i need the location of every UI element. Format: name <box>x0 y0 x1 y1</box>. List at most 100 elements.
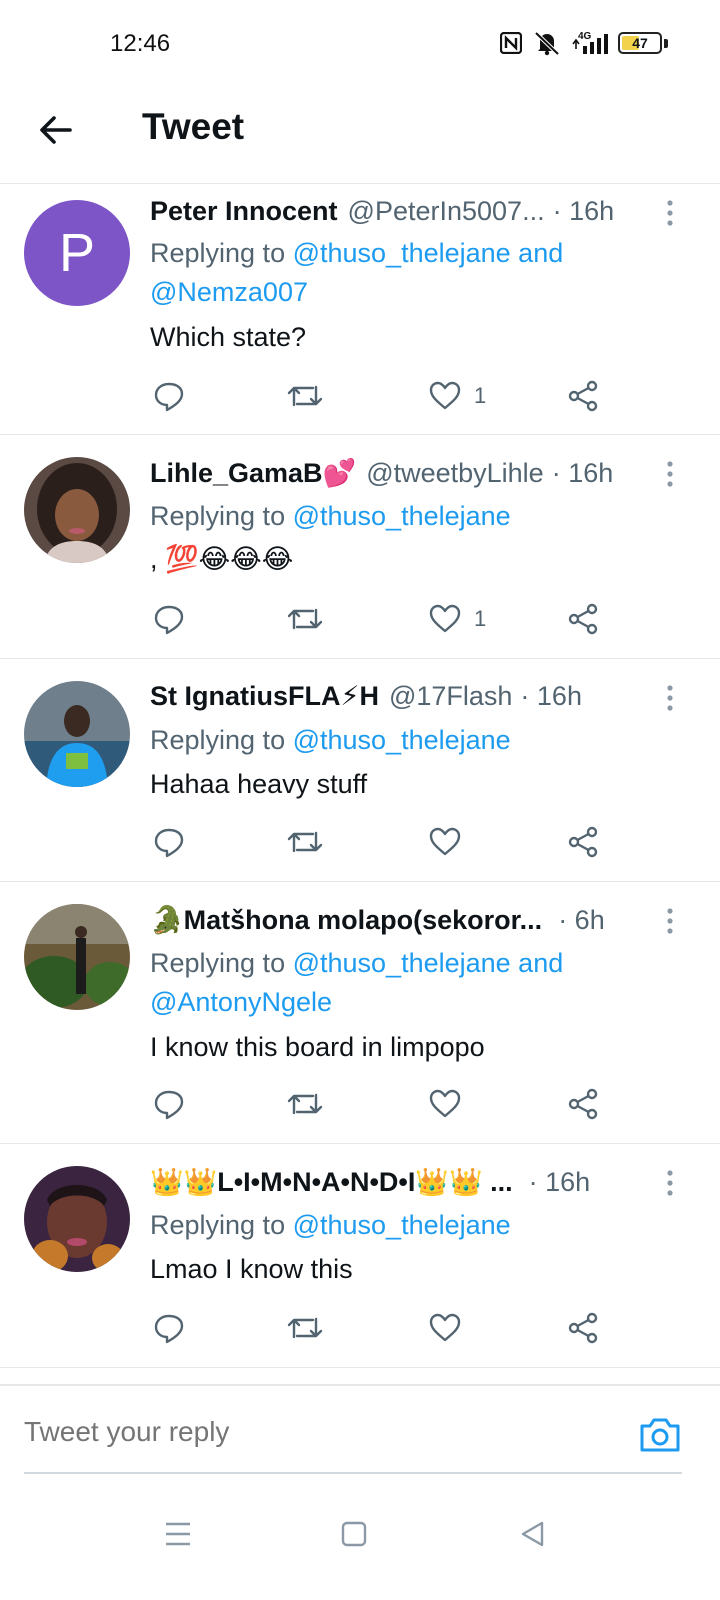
tweet-actions <box>150 822 630 862</box>
more-options-icon[interactable] <box>664 1168 676 1198</box>
like-count: 1 <box>474 606 487 631</box>
tweet-actions <box>150 1084 630 1124</box>
mention-link[interactable]: @AntonyNgele <box>150 987 332 1017</box>
nfc-icon <box>500 32 522 54</box>
more-options-icon[interactable] <box>664 683 676 713</box>
tweet-text: I know this board in limpopo <box>150 1032 485 1062</box>
replying-to: Replying to @thuso_thelejane and @Antony… <box>150 944 660 1022</box>
more-options-icon[interactable] <box>664 198 676 228</box>
avatar[interactable] <box>24 904 130 1010</box>
tweet[interactable]: Lihle_GamaB💕 @tweetbyLihle · 16h Replyin… <box>0 435 720 659</box>
share-button[interactable] <box>566 1084 600 1124</box>
author-name[interactable]: 👑👑L•I•M•N•A•N•D•I👑👑 ... <box>150 1166 513 1198</box>
avatar-photo <box>24 904 130 1010</box>
home-button[interactable] <box>332 1512 376 1556</box>
tweet-header: Lihle_GamaB💕 @tweetbyLihle · 16h <box>150 457 650 489</box>
heart-icon <box>429 1313 461 1342</box>
replying-to: Replying to @thuso_thelejane and @Nemza0… <box>150 234 660 312</box>
author-name[interactable]: St IgnatiusFLA⚡H <box>150 681 379 712</box>
reply-button[interactable] <box>152 822 186 862</box>
retweet-icon <box>287 1317 323 1339</box>
author-handle[interactable]: @17Flash <box>389 681 512 712</box>
avatar[interactable]: P <box>24 200 130 306</box>
retweet-button[interactable] <box>286 822 324 862</box>
share-button[interactable] <box>566 1308 600 1348</box>
recents-button[interactable] <box>156 1512 200 1556</box>
arrow-left-icon <box>40 116 72 144</box>
tweet[interactable]: 👑👑L•I•M•N•A•N•D•I👑👑 ... · 16h Replying t… <box>0 1144 720 1368</box>
mention-link[interactable]: @thuso_thelejane <box>293 948 511 978</box>
share-icon <box>568 1312 598 1344</box>
mention-link[interactable]: @thuso_thelejane <box>293 238 511 268</box>
mention-link[interactable]: @Nemza007 <box>150 277 308 307</box>
share-icon <box>568 380 598 412</box>
author-handle[interactable]: @PeterIn5007... <box>348 196 545 227</box>
camera-icon <box>640 1418 680 1452</box>
like-button[interactable] <box>428 1084 474 1124</box>
reply-button[interactable] <box>152 376 186 416</box>
mention-link[interactable]: @thuso_thelejane <box>293 725 511 755</box>
avatar[interactable] <box>24 457 130 563</box>
battery-tip <box>664 38 668 48</box>
avatar[interactable] <box>24 1166 130 1272</box>
heart-icon <box>429 604 461 633</box>
menu-lines-icon <box>166 1522 190 1546</box>
replying-to: Replying to @thuso_thelejane <box>150 721 660 760</box>
share-icon <box>568 826 598 858</box>
replying-to: Replying to @thuso_thelejane <box>150 497 660 536</box>
tweet-time: · 16h <box>528 1167 591 1197</box>
retweet-button[interactable] <box>286 1084 324 1124</box>
tweet-time: · 16h <box>520 681 582 711</box>
status-bar: 12:46 4G 47 <box>0 0 720 92</box>
tweet-text: Hahaa heavy stuff <box>150 769 368 799</box>
camera-button[interactable] <box>638 1414 682 1454</box>
reply-icon <box>154 382 184 412</box>
page-title: Tweet <box>142 106 245 147</box>
battery-level: 47 <box>632 35 648 51</box>
network-label: 4G <box>578 31 592 42</box>
reply-button[interactable] <box>152 599 186 639</box>
tweet-text: Lmao I know this <box>150 1254 353 1284</box>
like-button[interactable]: 1 <box>428 376 486 416</box>
mention-link[interactable]: @thuso_thelejane <box>293 501 511 531</box>
retweet-icon <box>287 608 323 630</box>
share-icon <box>568 603 598 635</box>
avatar-letter: P <box>24 200 130 306</box>
reply-input[interactable] <box>24 1416 584 1448</box>
author-name[interactable]: Peter Innocent <box>150 196 338 227</box>
replying-prefix: Replying to <box>150 948 293 978</box>
more-options-icon[interactable] <box>664 906 676 936</box>
reply-button[interactable] <box>152 1084 186 1124</box>
author-name[interactable]: Lihle_GamaB💕 <box>150 457 356 489</box>
like-button[interactable] <box>428 1308 474 1348</box>
author-name[interactable]: 🐊Matšhona molapo(sekoror... <box>150 904 542 936</box>
tweet[interactable]: P Peter Innocent @PeterIn5007... · 16h R… <box>0 184 720 435</box>
battery-indicator: 47 <box>618 32 662 54</box>
more-options-icon[interactable] <box>664 459 676 489</box>
system-back-button[interactable] <box>510 1512 554 1556</box>
share-icon <box>568 1088 598 1120</box>
like-button[interactable] <box>428 822 474 862</box>
avatar[interactable] <box>24 681 130 787</box>
tweet-actions: 1 <box>150 599 630 639</box>
tweet-header: St IgnatiusFLA⚡H @17Flash · 16h <box>150 681 650 712</box>
heart-icon <box>429 1089 461 1118</box>
reply-icon <box>154 605 184 635</box>
retweet-button[interactable] <box>286 1308 324 1348</box>
share-button[interactable] <box>566 376 600 416</box>
author-handle[interactable]: @tweetbyLihle <box>366 458 544 489</box>
back-button[interactable] <box>36 110 76 150</box>
mention-link[interactable]: @thuso_thelejane <box>293 1210 511 1240</box>
share-button[interactable] <box>566 599 600 639</box>
tweet-time: · 16h <box>552 196 615 226</box>
replying-prefix: Replying to <box>150 501 293 531</box>
share-button[interactable] <box>566 822 600 862</box>
replying-to: Replying to @thuso_thelejane <box>150 1206 660 1245</box>
retweet-button[interactable] <box>286 599 324 639</box>
reply-button[interactable] <box>152 1308 186 1348</box>
retweet-button[interactable] <box>286 376 324 416</box>
tweet[interactable]: St IgnatiusFLA⚡H @17Flash · 16h Replying… <box>0 659 720 882</box>
tweet[interactable]: 🐊Matšhona molapo(sekoror... · 6h Replyin… <box>0 882 720 1144</box>
like-button[interactable]: 1 <box>428 599 486 639</box>
heart-icon <box>429 827 461 856</box>
